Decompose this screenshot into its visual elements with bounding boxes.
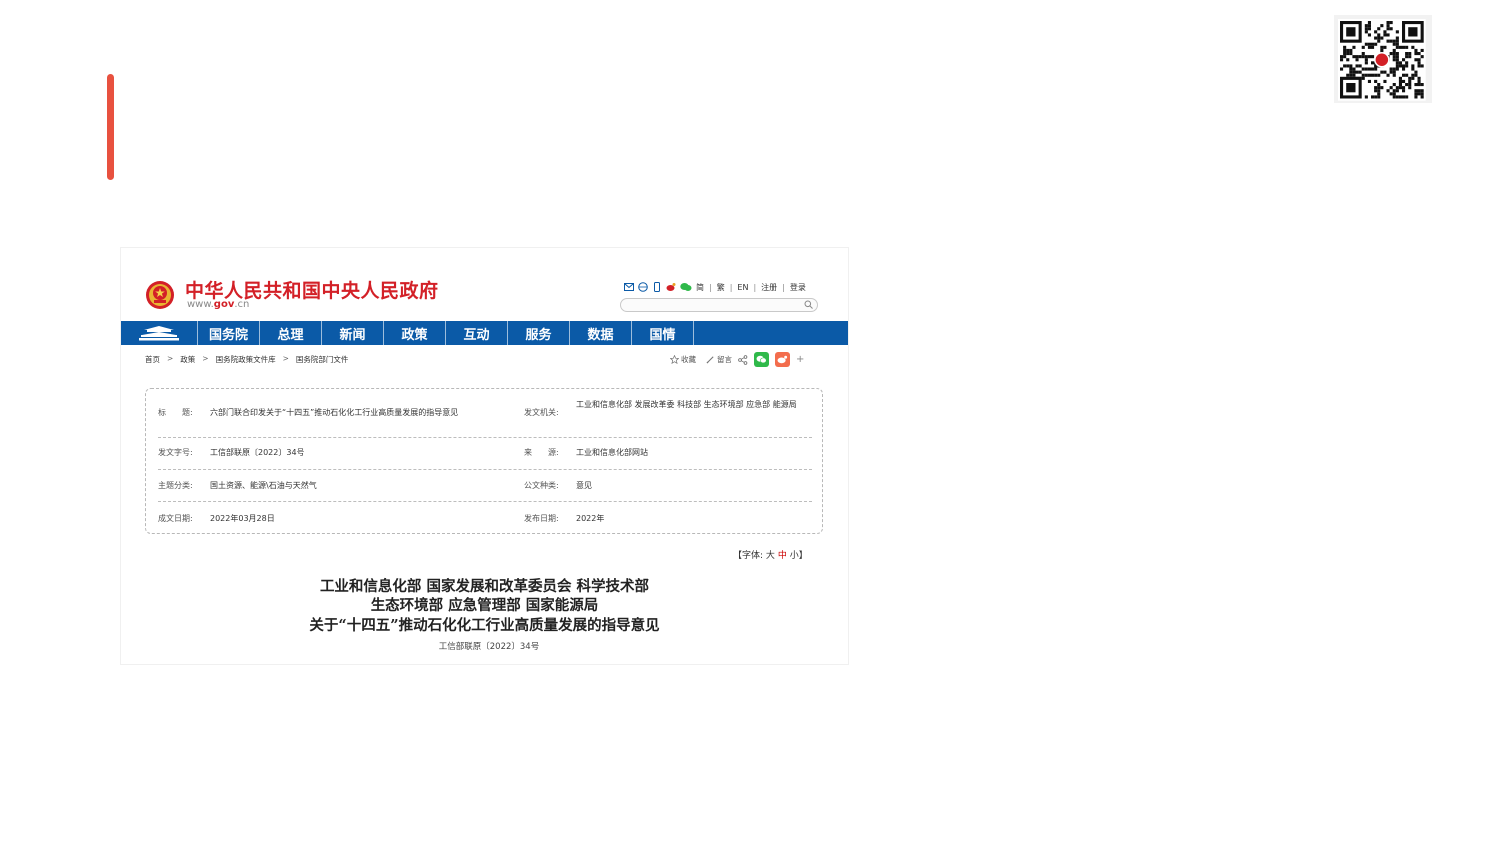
wechat-icon [756,355,767,364]
info-label-doc-no: 发文字号: [158,448,193,457]
breadcrumb-item-1[interactable]: 首页 [145,354,160,365]
breadcrumb: 首页 > 政策 > 国务院政策文件库 > 国务院部门文件 [145,354,348,365]
info-value-written-date: 2022年03月28日 [210,514,275,523]
info-value-issuer: 工业和信息化部 发展改革委 科技部 生态环境部 应急部 能源局 [576,400,797,409]
breadcrumb-separator: > [202,354,209,363]
site-url-suffix: .cn [234,299,250,310]
info-label-title: 标 题: [158,408,193,417]
font-size-medium[interactable]: 中 [778,551,787,561]
tools-separator: | [753,282,757,292]
lang-traditional[interactable]: 繁 [717,282,725,293]
nav-item-3[interactable]: 新闻 [322,321,384,345]
qr-code-icon [1338,19,1426,101]
info-value-title: 六部门联合印发关于“十四五”推动石化化工行业高质量发展的指导意见 [210,408,459,417]
login-link[interactable]: 登录 [790,282,806,293]
nav-items: 国务院 总理 新闻 政策 互动 服务 数据 国情 [198,321,694,345]
accent-bar [107,74,114,180]
tools-separator: | [729,282,733,292]
info-label-issuer: 发文机关: [524,408,559,417]
breadcrumb-item-4[interactable]: 国务院部门文件 [296,354,349,365]
breadcrumb-item-2[interactable]: 政策 [180,354,195,365]
document-info-box: 标 题: 六部门联合印发关于“十四五”推动石化化工行业高质量发展的指导意见 发文… [145,388,823,534]
info-label-written-date: 成文日期: [158,514,193,523]
breadcrumb-item-3[interactable]: 国务院政策文件库 [216,354,276,365]
info-row-docno: 发文字号: 工信部联原〔2022〕34号 来 源: 工业和信息化部网站 [158,437,812,470]
info-value-publish-date: 2022年 [576,514,605,523]
site-url[interactable]: www.gov.cn [187,299,249,310]
weibo-icon [777,355,788,364]
search-input[interactable] [621,305,803,318]
top-tools: 简 | 繁 | EN | 注册 | 登录 [624,281,806,293]
comment-link[interactable]: 留言 [717,354,732,365]
register-link[interactable]: 注册 [761,282,777,293]
info-row-dates: 成文日期: 2022年03月28日 发布日期: 2022年 [158,501,812,533]
pencil-icon[interactable] [706,355,715,364]
doc-title-line-2: 生态环境部 应急管理部 国家能源局 [370,597,599,614]
info-label-source: 来 源: [524,448,559,457]
info-value-topic: 国土资源、能源\石油与天然气 [210,481,317,490]
nav-item-8[interactable]: 国情 [632,321,694,345]
lang-simplified[interactable]: 简 [696,282,704,293]
info-row-topic: 主题分类: 国土资源、能源\石油与天然气 公文种类: 意见 [158,469,812,502]
site-url-prefix: www. [187,299,214,310]
search-box [620,298,818,318]
wechat-icon[interactable] [680,282,692,292]
favorite-link[interactable]: 收藏 [681,354,696,365]
info-value-doc-type: 意见 [576,481,592,490]
info-value-doc-no: 工信部联原〔2022〕34号 [210,448,305,457]
info-label-doc-type: 公文种类: [524,481,559,490]
info-row-title: 标 题: 六部门联合印发关于“十四五”推动石化化工行业高质量发展的指导意见 发文… [158,389,812,438]
doc-number: 工信部联原〔2022〕34号 [438,642,540,652]
crumb-row: 首页 > 政策 > 国务院政策文件库 > 国务院部门文件 收藏 留言 + [145,352,825,368]
slide: 中华人民共和国中央人民政府 www.gov.cn 简 | 繁 | EN | 注册… [0,0,1500,844]
tools-separator: | [782,282,785,292]
share-tools: 收藏 留言 + [670,352,804,367]
font-size-large[interactable]: 大 [766,551,775,561]
share-wechat-button[interactable] [754,352,769,367]
breadcrumb-separator: > [167,354,174,363]
nav-home[interactable] [121,321,198,345]
info-label-topic: 主题分类: [158,481,193,490]
share-weibo-button[interactable] [775,352,790,367]
national-emblem-icon [146,281,174,309]
star-icon[interactable] [670,355,679,364]
search-icon[interactable] [804,300,813,309]
mail-icon[interactable] [624,282,634,292]
font-size-close: 】 [798,551,808,561]
mobile-icon[interactable] [652,282,662,292]
lang-english[interactable]: EN [737,283,748,292]
site-url-domain: gov [213,299,235,310]
doc-title-line-3: 关于“十四五”推动石化化工行业高质量发展的指导意见 [309,617,660,634]
tiananmen-icon [139,326,179,341]
nav-item-6[interactable]: 服务 [508,321,570,345]
nav-item-7[interactable]: 数据 [570,321,632,345]
doc-title-line-1: 工业和信息化部 国家发展和改革委员会 科学技术部 [319,578,650,595]
gov-header: 中华人民共和国中央人民政府 www.gov.cn 简 | 繁 | EN | 注册… [121,248,848,321]
share-icon[interactable] [738,354,748,365]
nav-item-5[interactable]: 互动 [446,321,508,345]
info-value-source: 工业和信息化部网站 [576,448,648,457]
nav-item-4[interactable]: 政策 [384,321,446,345]
main-nav: 国务院 总理 新闻 政策 互动 服务 数据 国情 [121,321,848,345]
tools-separator: | [709,282,712,292]
font-size-control: 【字体: 大 中 小】 [733,548,808,561]
font-size-small[interactable]: 小 [790,551,799,561]
weibo-icon[interactable] [666,282,676,292]
gov-page-screenshot: 中华人民共和国中央人民政府 www.gov.cn 简 | 繁 | EN | 注册… [121,248,848,664]
qr-code [1334,15,1432,103]
share-more-button[interactable]: + [796,354,804,365]
breadcrumb-separator: > [282,354,289,363]
info-label-publish-date: 发布日期: [524,514,559,523]
web-icon[interactable] [638,282,648,292]
nav-item-2[interactable]: 总理 [260,321,322,345]
nav-item-1[interactable]: 国务院 [198,321,260,345]
font-size-open: 【字体: [733,551,764,561]
